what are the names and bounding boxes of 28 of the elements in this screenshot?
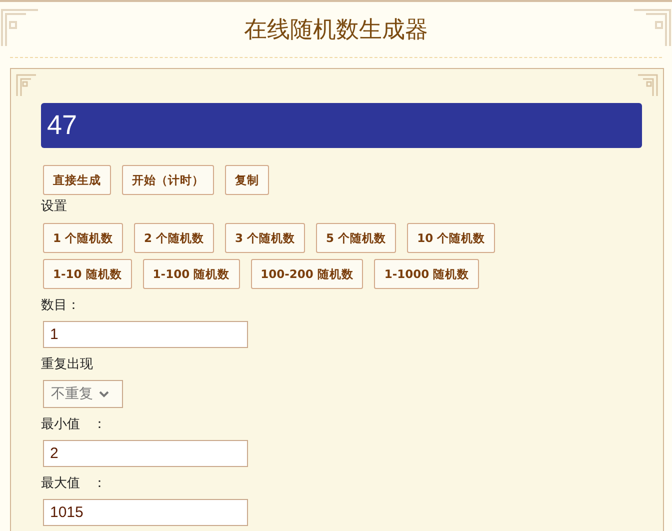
action-button[interactable]: 直接生成 — [43, 165, 111, 195]
field-label: 最大值 ： — [41, 476, 106, 491]
action-button[interactable]: 复制 — [225, 165, 269, 195]
chevron-down-icon — [99, 390, 109, 398]
corner-ornament-icon — [0, 8, 40, 48]
preset-button[interactable]: 1-100 随机数 — [142, 259, 240, 289]
repeat-dropdown[interactable]: 不重复 — [43, 380, 123, 408]
preset-button[interactable]: 1-1000 随机数 — [374, 259, 480, 289]
corner-ornament-icon — [637, 73, 659, 97]
field-label: 数目： — [41, 298, 80, 313]
corner-ornament-icon — [632, 8, 672, 48]
preset-button[interactable]: 5 个随机数 — [316, 223, 396, 253]
field-label: 最小值 ： — [41, 417, 106, 432]
action-button[interactable]: 开始（计时） — [122, 165, 214, 195]
preset-button[interactable]: 3 个随机数 — [225, 223, 306, 253]
preset-button[interactable]: 2 个随机数 — [134, 223, 214, 253]
input-field[interactable]: 1 — [43, 321, 248, 348]
preset-button[interactable]: 10 个随机数 — [407, 223, 496, 253]
corner-ornament-icon — [15, 73, 37, 97]
input-field[interactable]: 1015 — [43, 499, 248, 526]
field-label: 重复出现 — [41, 357, 93, 372]
settings-label: 设置 — [41, 199, 67, 214]
result-display: 47 — [41, 103, 642, 148]
preset-button[interactable]: 1 个随机数 — [43, 223, 124, 253]
input-field[interactable]: 2 — [43, 440, 248, 467]
preset-button[interactable]: 1-10 随机数 — [43, 259, 132, 289]
page-title: 在线随机数生成器 — [244, 16, 428, 45]
preset-button[interactable]: 100-200 随机数 — [250, 259, 364, 289]
